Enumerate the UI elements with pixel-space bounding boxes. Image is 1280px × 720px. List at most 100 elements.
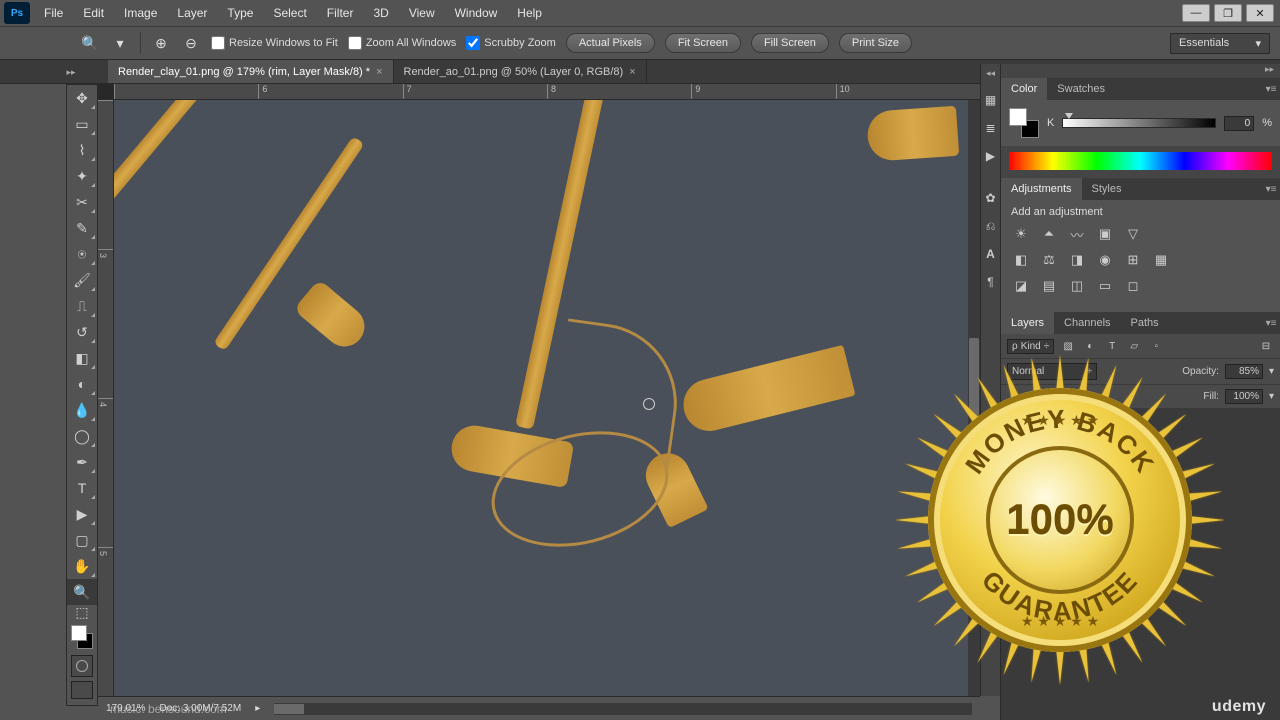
blur-tool-icon[interactable]: 💧 bbox=[67, 397, 97, 423]
document-tab-active[interactable]: Render_clay_01.png @ 179% (rim, Layer Ma… bbox=[108, 60, 394, 83]
chevron-down-icon[interactable]: ▾ bbox=[1269, 366, 1274, 377]
menu-filter[interactable]: Filter bbox=[317, 0, 364, 26]
tab-paths[interactable]: Paths bbox=[1121, 312, 1169, 334]
threshold-adjust-icon[interactable]: ◫ bbox=[1067, 276, 1087, 296]
healing-brush-tool-icon[interactable]: ⍟ bbox=[67, 241, 97, 267]
menu-type[interactable]: Type bbox=[217, 0, 263, 26]
photo-filter-adjust-icon[interactable]: ◉ bbox=[1095, 250, 1115, 270]
brightness-adjust-icon[interactable]: ☀ bbox=[1011, 224, 1031, 244]
curves-adjust-icon[interactable]: 〰 bbox=[1067, 224, 1087, 244]
zoom-in-icon[interactable]: ⊕ bbox=[151, 33, 171, 53]
posterize-adjust-icon[interactable]: ▤ bbox=[1039, 276, 1059, 296]
color-swatch-pair[interactable] bbox=[1009, 108, 1039, 138]
zoom-out-icon[interactable]: ⊖ bbox=[181, 33, 201, 53]
zoom-all-checkbox[interactable]: Zoom All Windows bbox=[348, 36, 456, 50]
filter-type-icon[interactable]: T bbox=[1104, 338, 1120, 354]
vibrance-adjust-icon[interactable]: ▽ bbox=[1123, 224, 1143, 244]
type-tool-icon[interactable]: T bbox=[67, 475, 97, 501]
horizontal-scrollbar[interactable] bbox=[274, 703, 972, 715]
exposure-adjust-icon[interactable]: ▣ bbox=[1095, 224, 1115, 244]
horizontal-ruler[interactable]: 678910 bbox=[114, 84, 980, 100]
layer-filter-kind[interactable]: ρ Kind ÷ bbox=[1007, 339, 1054, 354]
levels-adjust-icon[interactable]: ⏶ bbox=[1039, 224, 1059, 244]
eraser-tool-icon[interactable]: ◧ bbox=[67, 345, 97, 371]
channel-mixer-adjust-icon[interactable]: ⊞ bbox=[1123, 250, 1143, 270]
screen-mode-button[interactable] bbox=[71, 681, 93, 699]
color-swatches[interactable] bbox=[67, 623, 97, 651]
menu-image[interactable]: Image bbox=[114, 0, 167, 26]
menu-layer[interactable]: Layer bbox=[167, 0, 217, 26]
clone-stamp-tool-icon[interactable]: ⎍ bbox=[67, 293, 97, 319]
minimize-button[interactable]: — bbox=[1182, 4, 1210, 22]
workspace-selector[interactable]: Essentials▾ bbox=[1170, 33, 1270, 54]
color-lookup-adjust-icon[interactable]: ▦ bbox=[1151, 250, 1171, 270]
color-spectrum[interactable] bbox=[1009, 152, 1272, 170]
selective-color-adjust-icon[interactable]: ◻ bbox=[1123, 276, 1143, 296]
tab-adjustments[interactable]: Adjustments bbox=[1001, 178, 1082, 200]
tab-layers[interactable]: Layers bbox=[1001, 312, 1054, 334]
invert-adjust-icon[interactable]: ◪ bbox=[1011, 276, 1031, 296]
close-button[interactable]: ✕ bbox=[1246, 4, 1274, 22]
tab-swatches[interactable]: Swatches bbox=[1047, 78, 1115, 100]
chevron-down-icon[interactable]: ▾ bbox=[1269, 391, 1274, 402]
rectangle-tool-icon[interactable]: ▢ bbox=[67, 527, 97, 553]
character-panel-icon[interactable]: A bbox=[981, 242, 1001, 266]
actual-pixels-button[interactable]: Actual Pixels bbox=[566, 33, 655, 53]
menu-3d[interactable]: 3D bbox=[363, 0, 398, 26]
lasso-tool-icon[interactable]: ⌇ bbox=[67, 137, 97, 163]
k-channel-value[interactable]: 0 bbox=[1224, 116, 1254, 131]
collapse-tools-icon[interactable]: ▸▸ bbox=[60, 60, 82, 84]
filter-pixel-icon[interactable]: ▧ bbox=[1060, 338, 1076, 354]
tab-styles[interactable]: Styles bbox=[1082, 178, 1132, 200]
zoom-tool-icon[interactable]: 🔍 bbox=[67, 579, 97, 605]
panel-menu-icon[interactable]: ▾≡ bbox=[1262, 178, 1280, 200]
panel-menu-icon[interactable]: ▾≡ bbox=[1262, 312, 1280, 334]
history-panel-icon[interactable]: ▦ bbox=[981, 88, 1001, 112]
properties-panel-icon[interactable]: ≣ bbox=[981, 116, 1001, 140]
fill-screen-button[interactable]: Fill Screen bbox=[751, 33, 829, 53]
brush-tool-icon[interactable]: 🖌 bbox=[67, 267, 97, 293]
opacity-value[interactable]: 85% bbox=[1225, 364, 1263, 379]
scrubby-zoom-checkbox[interactable]: Scrubby Zoom bbox=[466, 36, 556, 50]
collapse-panels-icon[interactable]: ▸▸ bbox=[1265, 64, 1274, 78]
document-canvas[interactable] bbox=[114, 100, 968, 696]
k-channel-slider[interactable] bbox=[1062, 118, 1216, 128]
clone-source-panel-icon[interactable]: ⎌ bbox=[981, 214, 1001, 238]
close-icon[interactable]: × bbox=[376, 66, 382, 78]
magic-wand-tool-icon[interactable]: ✦ bbox=[67, 163, 97, 189]
history-brush-tool-icon[interactable]: ↺ bbox=[67, 319, 97, 345]
tool-preset-dropdown-icon[interactable]: ▾ bbox=[110, 33, 130, 53]
quick-mask-button[interactable] bbox=[71, 655, 93, 677]
maximize-button[interactable]: ❐ bbox=[1214, 4, 1242, 22]
gradient-tool-icon[interactable]: ◐ bbox=[67, 371, 97, 397]
menu-view[interactable]: View bbox=[399, 0, 445, 26]
fill-value[interactable]: 100% bbox=[1225, 389, 1263, 404]
brush-panel-icon[interactable]: ✿ bbox=[981, 186, 1001, 210]
menu-file[interactable]: File bbox=[34, 0, 73, 26]
marquee-tool-icon[interactable]: ▭ bbox=[67, 111, 97, 137]
tab-color[interactable]: Color bbox=[1001, 78, 1047, 100]
menu-edit[interactable]: Edit bbox=[73, 0, 114, 26]
color-balance-adjust-icon[interactable]: ⚖ bbox=[1039, 250, 1059, 270]
hand-tool-icon[interactable]: ✋ bbox=[67, 553, 97, 579]
eyedropper-tool-icon[interactable]: ✎ bbox=[67, 215, 97, 241]
vertical-ruler[interactable]: 345 bbox=[98, 100, 114, 696]
menu-help[interactable]: Help bbox=[507, 0, 552, 26]
resize-windows-checkbox[interactable]: Resize Windows to Fit bbox=[211, 36, 338, 50]
chevron-right-icon[interactable]: ▸ bbox=[255, 703, 260, 714]
panel-menu-icon[interactable]: ▾≡ bbox=[1262, 78, 1280, 100]
print-size-button[interactable]: Print Size bbox=[839, 33, 912, 53]
bw-adjust-icon[interactable]: ◨ bbox=[1067, 250, 1087, 270]
filter-toggle-icon[interactable]: ⊟ bbox=[1258, 338, 1274, 354]
actions-panel-icon[interactable]: ▶ bbox=[981, 144, 1001, 168]
hue-adjust-icon[interactable]: ◧ bbox=[1011, 250, 1031, 270]
default-colors-icon[interactable]: ⬚ bbox=[67, 605, 97, 619]
gradient-map-adjust-icon[interactable]: ▭ bbox=[1095, 276, 1115, 296]
filter-smart-icon[interactable]: ▫ bbox=[1148, 338, 1164, 354]
document-tab[interactable]: Render_ao_01.png @ 50% (Layer 0, RGB/8) … bbox=[394, 60, 647, 83]
tab-channels[interactable]: Channels bbox=[1054, 312, 1120, 334]
menu-select[interactable]: Select bbox=[263, 0, 316, 26]
path-selection-tool-icon[interactable]: ▶ bbox=[67, 501, 97, 527]
filter-shape-icon[interactable]: ▱ bbox=[1126, 338, 1142, 354]
zoom-tool-icon[interactable]: 🔍 bbox=[80, 33, 100, 53]
